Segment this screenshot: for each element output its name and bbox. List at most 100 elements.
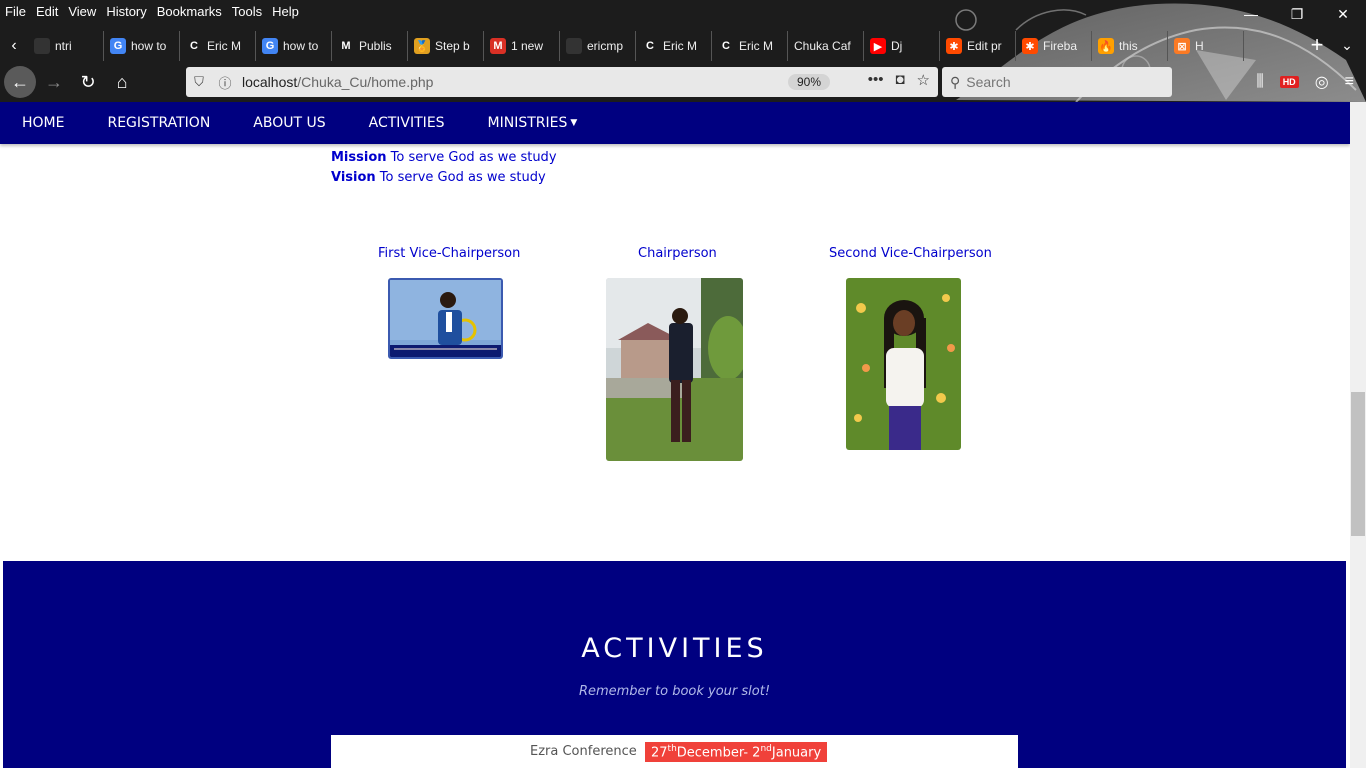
firebase-icon: 🔥 bbox=[1098, 38, 1114, 54]
home-icon[interactable]: ⌂ bbox=[106, 66, 138, 98]
browser-tab[interactable]: ⊠ H bbox=[1168, 31, 1244, 61]
nav-ministries-label: MINISTRIES bbox=[487, 115, 568, 131]
menu-history[interactable]: History bbox=[106, 4, 146, 19]
browser-tab[interactable]: Ghow to bbox=[256, 31, 332, 61]
browser-tab[interactable]: Ghow to bbox=[104, 31, 180, 61]
hamburger-menu-icon[interactable]: ≡ bbox=[1345, 73, 1354, 91]
mission-text: To serve God as we study bbox=[386, 150, 557, 165]
browser-tab[interactable]: ✱ Edit pr bbox=[940, 31, 1016, 61]
c-icon: C bbox=[642, 38, 658, 54]
browser-tab[interactable]: 🏅 Step b bbox=[408, 31, 484, 61]
restore-button[interactable]: ❐ bbox=[1274, 0, 1320, 28]
forward-icon[interactable]: → bbox=[38, 66, 70, 98]
activities-subtitle: Remember to book your slot! bbox=[578, 684, 771, 699]
menu-help[interactable]: Help bbox=[272, 4, 299, 19]
nav-ministries[interactable]: MINISTRIES ▼ bbox=[488, 115, 578, 131]
menu-view[interactable]: View bbox=[68, 4, 96, 19]
tab-label: 1 new bbox=[511, 39, 544, 53]
minimize-button[interactable]: — bbox=[1228, 0, 1274, 28]
chairperson-photo bbox=[606, 278, 743, 461]
tab-label: how to bbox=[131, 39, 167, 53]
info-icon[interactable]: ⓘ bbox=[212, 73, 238, 92]
zapier-icon: ✱ bbox=[1022, 38, 1038, 54]
menu-tools[interactable]: Tools bbox=[232, 4, 262, 19]
pocket-icon[interactable]: ◘ bbox=[895, 71, 904, 89]
browser-tab[interactable]: Chuka Caf bbox=[788, 31, 864, 61]
youtube-icon: ▶ bbox=[870, 38, 886, 54]
nav-about-us[interactable]: ABOUT US bbox=[253, 115, 325, 131]
close-window-button[interactable]: ✕ bbox=[1320, 0, 1366, 28]
tab-label: ericmp bbox=[587, 39, 624, 53]
github-icon bbox=[566, 38, 582, 54]
url-text[interactable]: localhost/Chuka_Cu/home.php bbox=[242, 74, 433, 90]
tab-label: Dj bbox=[891, 39, 903, 53]
window-controls: — ❐ ✕ bbox=[1228, 0, 1366, 28]
mission-line: Mission To serve God as we study bbox=[331, 150, 557, 165]
zapier-icon: ✱ bbox=[946, 38, 962, 54]
menu-bookmarks[interactable]: Bookmarks bbox=[157, 4, 222, 19]
menu-edit[interactable]: Edit bbox=[36, 4, 58, 19]
bookmark-star-icon[interactable]: ☆ bbox=[917, 71, 930, 89]
menu-file[interactable]: File bbox=[5, 4, 26, 19]
browser-tab[interactable]: C Eric M bbox=[636, 31, 712, 61]
browser-tab[interactable]: M Publis bbox=[332, 31, 408, 61]
search-icon: ⚲ bbox=[950, 73, 961, 90]
menu-bar: File Edit View History Bookmarks Tools H… bbox=[0, 0, 309, 22]
tab-scroll-left-icon[interactable]: ‹ bbox=[0, 37, 28, 55]
back-icon[interactable]: ← bbox=[4, 66, 36, 98]
browser-tab[interactable]: ericmp bbox=[560, 31, 636, 61]
medal-icon: 🏅 bbox=[414, 38, 430, 54]
activities-section: ACTIVITIES Remember to book your slot! E… bbox=[3, 561, 1346, 768]
nav-home[interactable]: HOME bbox=[22, 115, 64, 131]
tab-label: Publis bbox=[359, 39, 392, 53]
c-icon: C bbox=[718, 38, 734, 54]
url-bar[interactable]: ⛉ ⓘ localhost/Chuka_Cu/home.php 90% ••• … bbox=[186, 67, 938, 97]
tab-label: Eric M bbox=[207, 39, 241, 53]
zoom-level[interactable]: 90% bbox=[788, 74, 831, 90]
vision-line: Vision To serve God as we study bbox=[331, 170, 546, 185]
library-icon[interactable]: ⫼ bbox=[1256, 73, 1263, 91]
hd-extension-icon[interactable]: HD bbox=[1279, 76, 1299, 88]
activities-title: ACTIVITIES bbox=[581, 633, 768, 664]
scrollbar-thumb[interactable] bbox=[1351, 392, 1365, 536]
mission-label: Mission bbox=[331, 150, 387, 165]
tab-label: H bbox=[1195, 39, 1204, 53]
date-part-2: December- 2 bbox=[676, 745, 761, 761]
vision-label: Vision bbox=[331, 170, 376, 185]
browser-tab[interactable]: ntri bbox=[28, 31, 104, 61]
medium-icon: M bbox=[338, 38, 354, 54]
tab-list-icon[interactable]: ⌄ bbox=[1336, 30, 1358, 60]
new-tab-button[interactable]: + bbox=[1304, 30, 1330, 60]
activity-row[interactable]: Ezra Conference 27thDecember- 2ndJanuary bbox=[331, 735, 1018, 768]
browser-tab[interactable]: C Eric M bbox=[180, 31, 256, 61]
nav-activities[interactable]: ACTIVITIES bbox=[369, 115, 445, 131]
browser-tab[interactable]: ✱ Fireba bbox=[1016, 31, 1092, 61]
search-box[interactable]: ⚲ bbox=[942, 67, 1172, 97]
site-navbar: HOME REGISTRATION ABOUT US ACTIVITIES MI… bbox=[0, 102, 1350, 144]
browser-tab[interactable]: M 1 new bbox=[484, 31, 560, 61]
nav-registration[interactable]: REGISTRATION bbox=[107, 115, 210, 131]
extension-icon[interactable]: ◎ bbox=[1315, 72, 1329, 92]
google-icon: G bbox=[110, 38, 126, 54]
browser-tab[interactable]: ▶ Dj bbox=[864, 31, 940, 61]
browser-chrome: File Edit View History Bookmarks Tools H… bbox=[0, 0, 1366, 102]
gmail-icon: M bbox=[490, 38, 506, 54]
tab-label: this bbox=[1119, 39, 1138, 53]
tab-label: Edit pr bbox=[967, 39, 1002, 53]
browser-tab[interactable]: C Eric M bbox=[712, 31, 788, 61]
second-vice-chairperson-photo bbox=[846, 278, 961, 450]
browser-tab[interactable]: 🔥 this bbox=[1092, 31, 1168, 61]
tab-label: Fireba bbox=[1043, 39, 1078, 53]
tab-label: Eric M bbox=[663, 39, 697, 53]
page-actions-icon[interactable]: ••• bbox=[868, 71, 884, 89]
date-sup-1: th bbox=[667, 744, 677, 754]
page-viewport: HOME REGISTRATION ABOUT US ACTIVITIES MI… bbox=[0, 102, 1350, 768]
reload-icon[interactable]: ↻ bbox=[72, 66, 104, 98]
leader-title-second-vice: Second Vice-Chairperson bbox=[829, 246, 992, 261]
url-host: localhost bbox=[242, 74, 298, 90]
shield-icon[interactable]: ⛉ bbox=[186, 74, 212, 90]
search-input[interactable] bbox=[966, 74, 1147, 90]
vision-text: To serve God as we study bbox=[375, 170, 546, 185]
tab-bar: ‹ ntri Ghow to C Eric M Ghow to M Publis 🏅 Step … bbox=[0, 30, 1366, 62]
leader-title-first-vice: First Vice-Chairperson bbox=[378, 246, 521, 261]
